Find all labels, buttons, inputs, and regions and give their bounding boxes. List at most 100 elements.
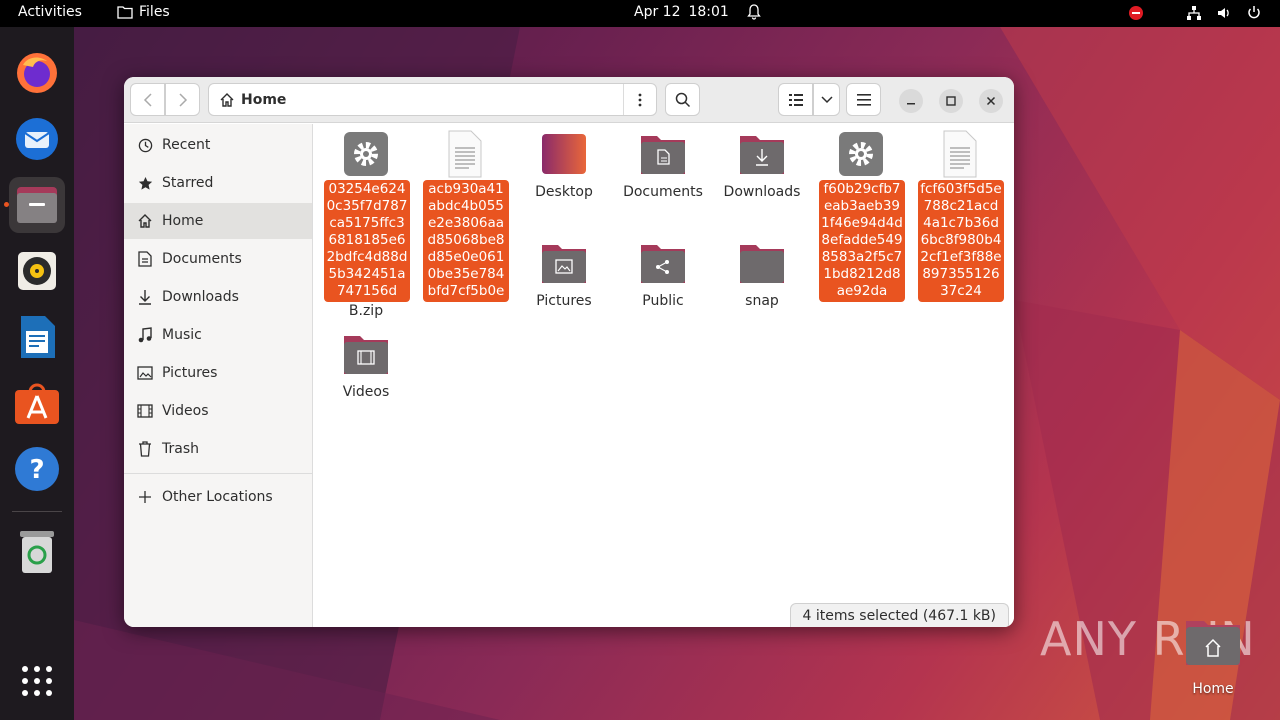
view-list-button[interactable] bbox=[778, 83, 813, 116]
clock-time: 18:01 bbox=[688, 4, 729, 20]
sidebar-item-label: Documents bbox=[162, 251, 242, 267]
executable-icon bbox=[344, 132, 388, 176]
dock-app-center[interactable] bbox=[9, 375, 65, 431]
file-grid: 03254e6240c35f7d787ca5175ffc36818185e62b… bbox=[314, 124, 1014, 627]
forward-button[interactable] bbox=[165, 83, 200, 116]
trash-icon bbox=[20, 531, 54, 573]
file-name: Public bbox=[642, 293, 684, 309]
picture-icon bbox=[137, 366, 153, 380]
dock-help[interactable]: ? bbox=[9, 441, 65, 497]
folder-videos[interactable]: Videos bbox=[321, 330, 411, 401]
sidebar-item-other-locations[interactable]: Other Locations bbox=[124, 479, 312, 515]
pictures-folder-icon bbox=[542, 245, 586, 283]
plus-icon bbox=[139, 491, 151, 503]
dock-trash[interactable] bbox=[9, 524, 65, 580]
file-name: Downloads bbox=[723, 184, 801, 200]
minimize-button[interactable] bbox=[899, 89, 923, 113]
file-item[interactable]: acb930a41abdc4b055e2e3806aad85068be8d85e… bbox=[420, 130, 510, 302]
search-icon bbox=[675, 92, 690, 107]
file-name: Desktop bbox=[535, 184, 593, 200]
thunderbird-icon bbox=[16, 118, 58, 160]
files-window: Home Recent Starred Home Documents Downl… bbox=[124, 77, 1014, 627]
path-bar[interactable]: Home bbox=[208, 83, 657, 116]
stop-record-icon[interactable] bbox=[1128, 5, 1144, 21]
sidebar: Recent Starred Home Documents Downloads … bbox=[124, 124, 313, 627]
status-bar: 4 items selected (467.1 kB) bbox=[789, 603, 1009, 627]
app-name: Files bbox=[139, 4, 170, 20]
sidebar-item-starred[interactable]: Starred bbox=[124, 165, 312, 201]
file-name: Videos bbox=[342, 384, 390, 400]
close-icon bbox=[986, 96, 996, 106]
volume-icon bbox=[1218, 8, 1229, 18]
desktop-home-label: Home bbox=[1192, 681, 1234, 697]
sidebar-item-trash[interactable]: Trash bbox=[124, 431, 312, 467]
sidebar-item-music[interactable]: Music bbox=[124, 317, 312, 353]
dock-writer[interactable] bbox=[9, 309, 65, 365]
list-view-icon bbox=[788, 93, 803, 106]
show-apps-button[interactable] bbox=[9, 653, 65, 709]
search-button[interactable] bbox=[665, 83, 700, 116]
folder-downloads[interactable]: Downloads bbox=[717, 130, 807, 201]
file-name: f60b29cfb7eab3aeb391f46e94d4d8efadde5498… bbox=[819, 180, 905, 302]
text-file-icon bbox=[448, 130, 482, 178]
clock[interactable]: Apr 12 18:01 bbox=[634, 4, 761, 20]
document-icon bbox=[138, 251, 152, 267]
file-name: Pictures bbox=[536, 293, 592, 309]
sidebar-item-label: Pictures bbox=[162, 365, 218, 381]
back-button[interactable] bbox=[130, 83, 165, 116]
home-icon bbox=[220, 92, 234, 107]
vertical-dots-icon bbox=[638, 93, 642, 106]
download-icon bbox=[139, 290, 151, 305]
folder-snap[interactable]: snap bbox=[717, 239, 807, 310]
sidebar-item-label: Home bbox=[162, 213, 204, 229]
sidebar-item-home[interactable]: Home bbox=[124, 203, 312, 239]
grid-icon bbox=[22, 666, 52, 696]
file-item[interactable]: 03254e6240c35f7d787ca5175ffc36818185e62b… bbox=[321, 130, 411, 330]
folder-public[interactable]: Public bbox=[618, 239, 708, 310]
file-item[interactable]: f60b29cfb7eab3aeb391f46e94d4d8efadde5498… bbox=[816, 130, 906, 302]
main-menu-button[interactable] bbox=[846, 83, 881, 116]
app-center-icon bbox=[15, 383, 59, 424]
file-item[interactable]: fcf603f5d5e788c21acd4a1c7b36d6bc8f980b42… bbox=[915, 130, 1005, 302]
power-icon bbox=[1248, 6, 1260, 19]
dock: ? bbox=[0, 27, 74, 720]
system-tray[interactable] bbox=[1128, 5, 1262, 21]
desktop-home-icon[interactable]: Home bbox=[1184, 617, 1242, 697]
documents-folder-icon bbox=[641, 136, 685, 174]
writer-icon bbox=[21, 316, 55, 358]
app-menu[interactable]: Files bbox=[117, 4, 170, 20]
sidebar-item-label: Other Locations bbox=[162, 489, 273, 505]
path-label: Home bbox=[241, 91, 287, 108]
activities-button[interactable]: Activities bbox=[18, 4, 82, 20]
folder-desktop[interactable]: Desktop bbox=[519, 130, 609, 201]
maximize-button[interactable] bbox=[939, 89, 963, 113]
dock-files[interactable] bbox=[9, 177, 65, 233]
trash-icon bbox=[139, 441, 151, 457]
sidebar-item-pictures[interactable]: Pictures bbox=[124, 355, 312, 391]
dock-thunderbird[interactable] bbox=[9, 111, 65, 167]
dock-firefox[interactable] bbox=[9, 45, 65, 101]
rhythmbox-icon bbox=[18, 252, 56, 290]
file-name: fcf603f5d5e788c21acd4a1c7b36d6bc8f980b42… bbox=[918, 180, 1004, 302]
sidebar-item-label: Videos bbox=[162, 403, 209, 419]
path-menu-button[interactable] bbox=[623, 84, 656, 115]
folder-documents[interactable]: Documents bbox=[618, 130, 708, 201]
maximize-icon bbox=[946, 96, 956, 106]
dock-rhythmbox[interactable] bbox=[9, 243, 65, 299]
minimize-icon bbox=[907, 103, 915, 105]
file-name-tail: B.zip bbox=[348, 303, 384, 319]
music-icon bbox=[138, 327, 152, 343]
sidebar-item-label: Recent bbox=[162, 137, 211, 153]
file-name: acb930a41abdc4b055e2e3806aad85068be8d85e… bbox=[423, 180, 509, 302]
text-file-icon bbox=[943, 130, 977, 178]
home-folder-icon bbox=[1186, 621, 1240, 665]
home-icon bbox=[138, 214, 152, 228]
sidebar-item-documents[interactable]: Documents bbox=[124, 241, 312, 277]
sidebar-item-recent[interactable]: Recent bbox=[124, 127, 312, 163]
sidebar-item-downloads[interactable]: Downloads bbox=[124, 279, 312, 315]
folder-pictures[interactable]: Pictures bbox=[519, 239, 609, 310]
view-options-button[interactable] bbox=[813, 83, 840, 116]
sidebar-item-videos[interactable]: Videos bbox=[124, 393, 312, 429]
close-button[interactable] bbox=[979, 89, 1003, 113]
folder-icon bbox=[740, 245, 784, 283]
